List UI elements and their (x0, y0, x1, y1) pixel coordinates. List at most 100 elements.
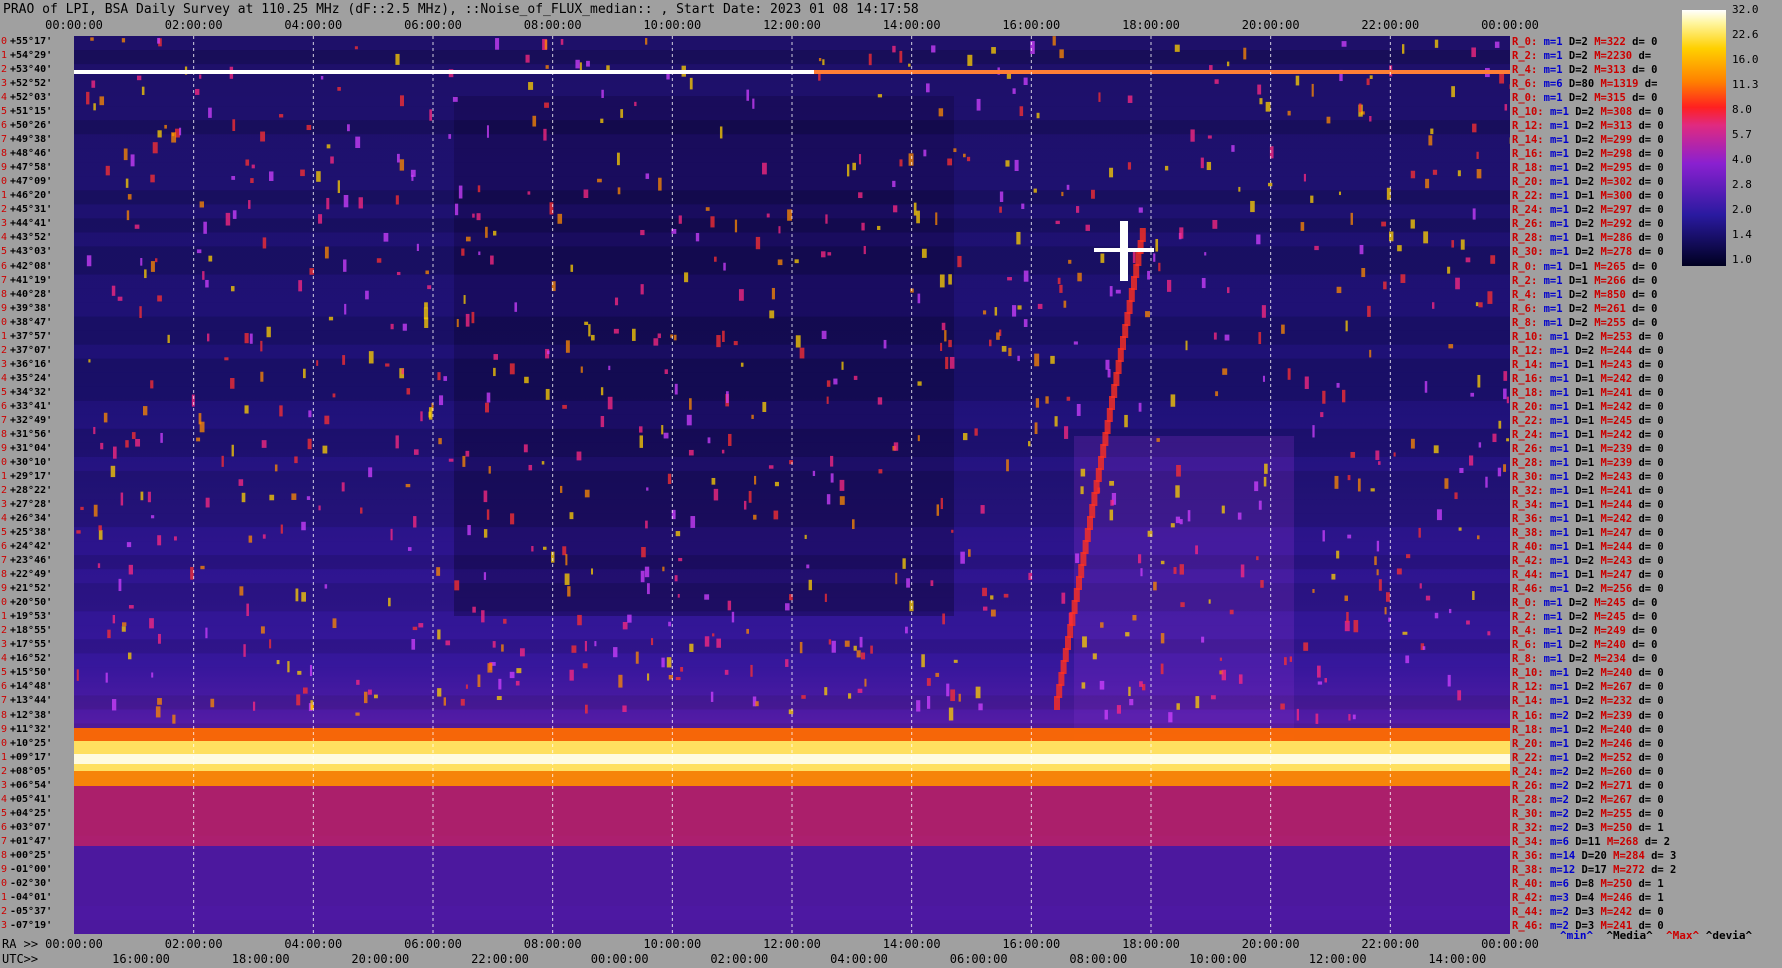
speckle (516, 668, 522, 674)
speckle (1195, 696, 1200, 709)
stat-region: R_26: (1512, 779, 1550, 792)
speckle (812, 470, 816, 477)
stat-min: m=12 (1549, 863, 1582, 876)
speckle (1175, 485, 1180, 498)
row-index: 6 (1, 120, 8, 132)
speckle (121, 626, 126, 632)
speckle (1105, 359, 1110, 370)
speckle (1256, 234, 1261, 245)
row-index: 2 (1, 905, 8, 917)
speckle (448, 458, 454, 462)
stat-row: R_24: m=2 D=2 M=260 d= 0 (1512, 766, 1664, 778)
stat-max: M=252 (1600, 751, 1639, 764)
speckle (99, 96, 105, 106)
speckle (1109, 167, 1114, 178)
speckle (1115, 289, 1121, 294)
declination-value: -04°01' (10, 891, 53, 903)
speckle (121, 38, 126, 43)
speckle (752, 98, 755, 109)
speckle (1109, 286, 1113, 297)
speckle (1344, 595, 1349, 602)
stat-region: R_2: (1512, 611, 1544, 624)
speckle (1261, 305, 1266, 318)
speckle (1358, 103, 1362, 113)
speckle (1145, 311, 1150, 318)
emission-streak (1106, 408, 1113, 422)
stat-median: D=2 (1568, 639, 1595, 652)
speckle (1322, 530, 1325, 542)
speckle (1471, 47, 1476, 58)
speckle (663, 432, 669, 439)
speckle (287, 661, 290, 673)
declination-value: +01°47' (10, 835, 53, 847)
stat-max: M=308 (1600, 106, 1639, 119)
speckle (1156, 438, 1160, 442)
stat-devia: d= 0 (1638, 681, 1664, 694)
stat-row: R_14: m=1 D=2 M=232 d= 0 (1512, 696, 1664, 707)
speckle (946, 683, 950, 697)
speckle (250, 178, 254, 184)
speckle (743, 500, 747, 510)
speckle (1008, 347, 1012, 357)
speckle (963, 433, 968, 441)
speckle (1466, 620, 1470, 625)
speckle (1258, 332, 1262, 345)
declination-label: 7 +01°47' (1, 835, 53, 847)
stat-region: R_12: (1512, 120, 1550, 133)
speckle (1170, 394, 1176, 407)
speckle (486, 509, 490, 520)
speckle (1227, 287, 1230, 294)
speckle (584, 640, 587, 652)
declination-label: 9 +11°32' (1, 724, 52, 735)
declination-label: 6 +42°08' (1, 261, 52, 272)
speckle (597, 178, 602, 183)
emission-streak (1139, 228, 1146, 242)
speckle (1487, 631, 1491, 636)
speckle (291, 493, 297, 500)
speckle (196, 249, 202, 254)
stat-row: R_18: m=1 D=2 M=295 d= 0 (1512, 163, 1664, 174)
speckle (935, 212, 938, 226)
speckle (930, 580, 934, 586)
speckle (531, 545, 534, 552)
speckle (650, 638, 654, 646)
speckle (390, 528, 393, 541)
speckle (801, 695, 806, 699)
stat-row: R_40: m=6 D=8 M=250 d= 1 (1512, 879, 1664, 890)
stat-max: M=240 (1600, 667, 1639, 680)
stat-median: D=2 (1575, 330, 1601, 343)
speckle (306, 496, 311, 500)
stat-median: D=2 (1575, 793, 1601, 806)
stat-devia: d= 0 (1638, 428, 1664, 441)
speckle (544, 39, 548, 50)
speckle (1303, 173, 1306, 182)
stat-devia: d= 0 (1638, 176, 1664, 189)
stat-min: m=1 (1543, 50, 1569, 63)
colorbar-label: 16.0 (1732, 53, 1759, 66)
declination-label: 0 -02°30' (1, 878, 52, 889)
stat-median: D=1 (1575, 513, 1601, 526)
stat-row: R_6: m=1 D=2 M=261 d= 0 (1512, 303, 1657, 315)
speckle (103, 412, 108, 423)
row-band (74, 681, 1510, 696)
stat-max: M=313 (1594, 64, 1633, 77)
speckle (686, 414, 692, 426)
stat-max: M=284 (1613, 849, 1652, 862)
speckle (640, 284, 644, 295)
stat-region: R_40: (1512, 877, 1550, 890)
speckle (740, 362, 744, 367)
stat-max: M=286 (1600, 232, 1639, 245)
speckle (941, 322, 946, 331)
speckle (496, 696, 502, 701)
declination-label: 6 +14°48' (1, 682, 52, 692)
stat-devia: d= 0 (1638, 513, 1664, 526)
stat-min: m=1 (1549, 470, 1576, 483)
stat-region: R_22: (1512, 414, 1550, 427)
speckle (704, 594, 710, 600)
speckle (1222, 368, 1228, 375)
stat-region: R_42: (1512, 555, 1550, 568)
speckle (542, 546, 547, 550)
speckle (853, 375, 858, 380)
speckle (646, 583, 650, 595)
stat-max: M=239 (1600, 442, 1639, 455)
